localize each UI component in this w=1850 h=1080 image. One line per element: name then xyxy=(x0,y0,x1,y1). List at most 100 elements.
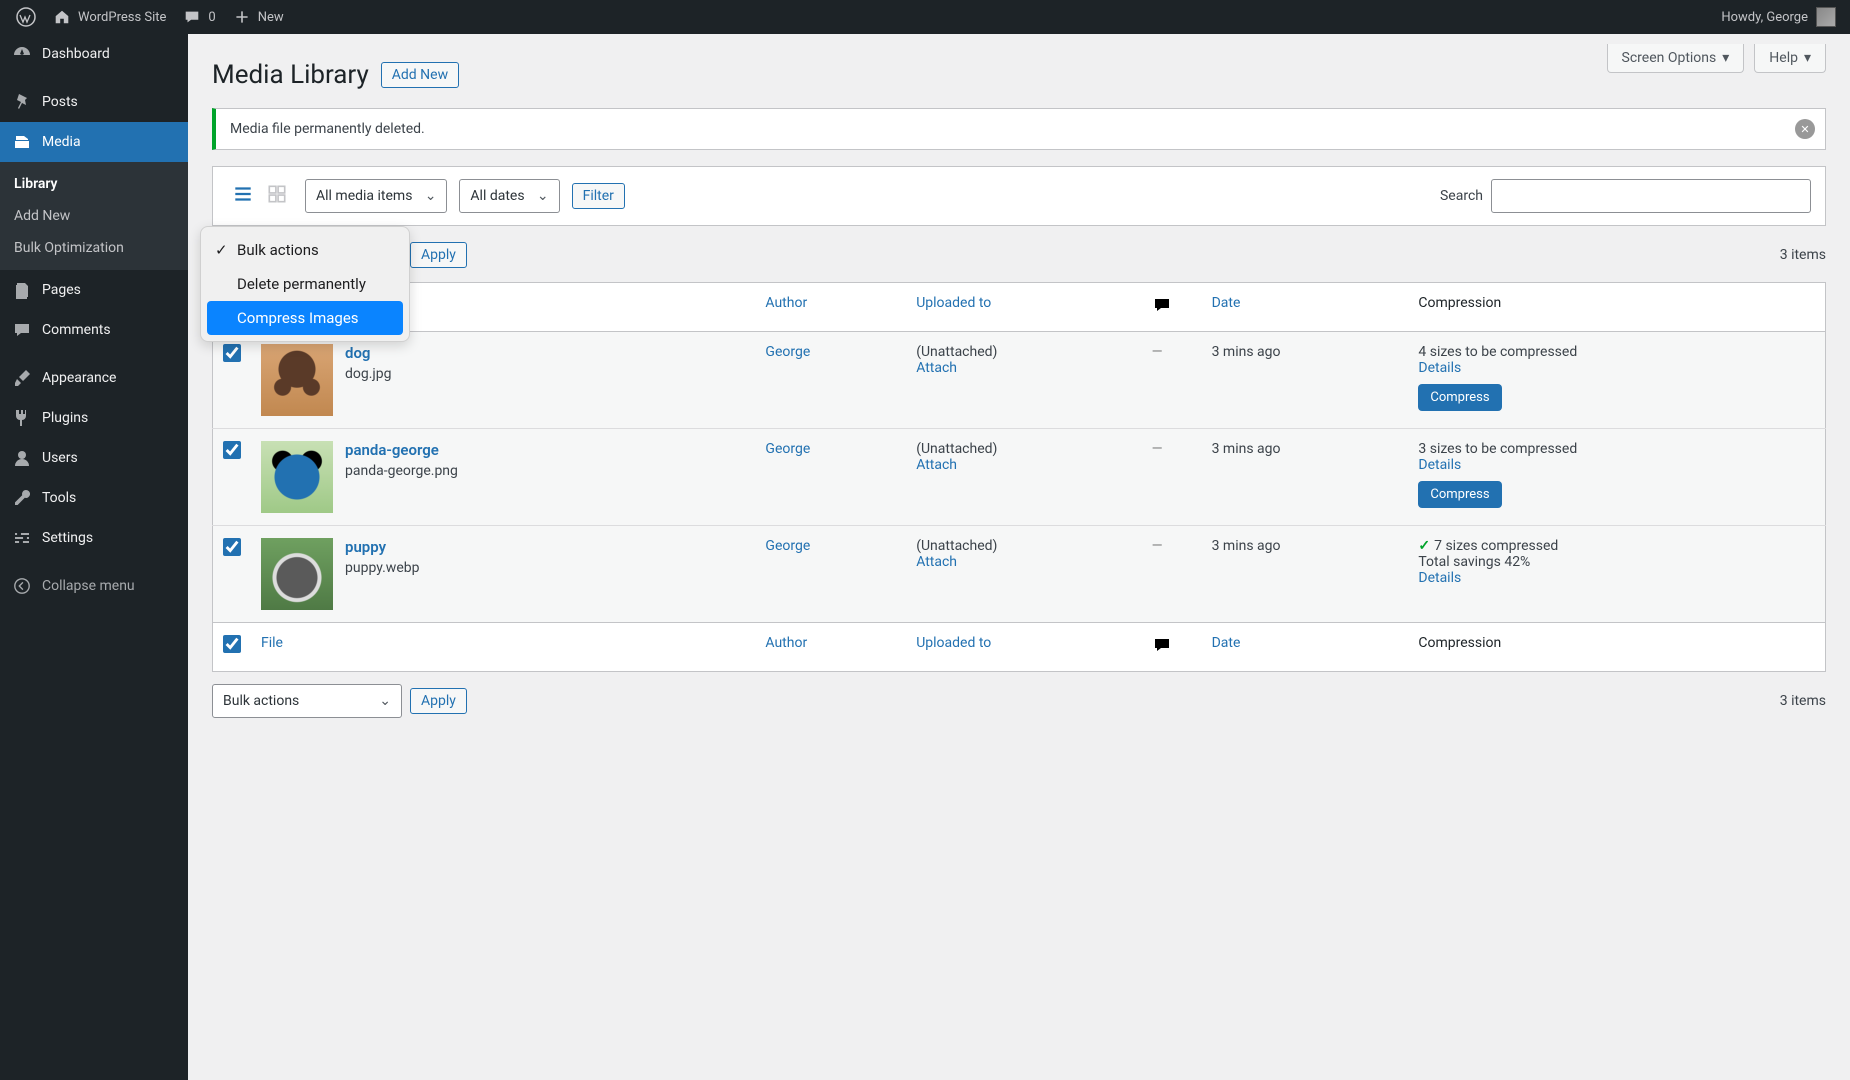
new-content-link[interactable]: New xyxy=(224,0,292,34)
col-uploaded-to-footer[interactable]: Uploaded to xyxy=(906,623,1141,672)
col-date-footer[interactable]: Date xyxy=(1202,623,1409,672)
filter-bar: All media items ⌄ All dates ⌄ Filter Sea… xyxy=(212,166,1826,226)
bulk-option-bulk-actions[interactable]: Bulk actions xyxy=(207,233,403,267)
notice-text: Media file permanently deleted. xyxy=(230,121,425,137)
media-title-link[interactable]: dog xyxy=(345,344,392,362)
admin-bar: WordPress Site 0 New Howdy, George xyxy=(0,0,1850,34)
collapse-menu-button[interactable]: Collapse menu xyxy=(0,566,188,606)
thumbnail-image[interactable] xyxy=(261,441,333,513)
dismiss-notice-button[interactable]: ✕ xyxy=(1795,119,1815,139)
col-uploaded-to[interactable]: Uploaded to xyxy=(906,283,1141,332)
main-content: Screen Options ▾ Help ▾ Media Library Ad… xyxy=(188,34,1850,758)
col-file-footer[interactable]: File xyxy=(251,623,755,672)
home-icon xyxy=(52,7,72,27)
uploaded-to-text: (Unattached) xyxy=(916,344,1131,360)
col-comments-footer[interactable] xyxy=(1142,623,1202,672)
sidebar-sub-bulk-optimization[interactable]: Bulk Optimization xyxy=(0,232,188,264)
col-date[interactable]: Date xyxy=(1202,283,1409,332)
bulk-option-compress-images[interactable]: Compress Images xyxy=(207,301,403,335)
row-checkbox[interactable] xyxy=(223,344,241,362)
media-title-link[interactable]: panda-george xyxy=(345,441,458,459)
list-view-button[interactable] xyxy=(227,180,259,212)
sidebar-item-label: Pages xyxy=(42,282,81,298)
comment-icon xyxy=(12,320,32,340)
col-author[interactable]: Author xyxy=(755,283,906,332)
sidebar-item-media[interactable]: Media xyxy=(0,122,188,162)
thumbnail-image[interactable] xyxy=(261,344,333,416)
thumbnail-image[interactable] xyxy=(261,538,333,610)
media-type-select[interactable]: All media items ⌄ xyxy=(305,179,447,213)
filter-button[interactable]: Filter xyxy=(572,183,625,209)
success-notice: Media file permanently deleted. ✕ xyxy=(212,108,1826,150)
sidebar-item-label: Posts xyxy=(42,94,78,110)
site-name-link[interactable]: WordPress Site xyxy=(44,0,174,34)
row-checkbox[interactable] xyxy=(223,441,241,459)
sidebar-item-appearance[interactable]: Appearance xyxy=(0,358,188,398)
comment-icon xyxy=(1152,643,1172,659)
sidebar-sub-add-new[interactable]: Add New xyxy=(0,200,188,232)
col-compression-footer: Compression xyxy=(1408,623,1825,672)
compress-button[interactable]: Compress xyxy=(1418,481,1501,508)
check-icon: ✓ xyxy=(1418,538,1430,554)
media-title-link[interactable]: puppy xyxy=(345,538,419,556)
author-link[interactable]: George xyxy=(765,441,810,457)
sidebar-item-dashboard[interactable]: Dashboard xyxy=(0,34,188,74)
row-checkbox[interactable] xyxy=(223,538,241,556)
collapse-label: Collapse menu xyxy=(42,578,135,594)
apply-bulk-button-bottom[interactable]: Apply xyxy=(410,688,467,714)
bulk-actions-select-bottom[interactable]: Bulk actions ⌄ xyxy=(212,684,402,718)
howdy-text: Howdy, George xyxy=(1721,10,1808,25)
add-new-button[interactable]: Add New xyxy=(381,62,459,88)
col-author-footer[interactable]: Author xyxy=(755,623,906,672)
details-link[interactable]: Details xyxy=(1418,457,1461,473)
col-compression: Compression xyxy=(1408,283,1825,332)
sidebar-item-tools[interactable]: Tools xyxy=(0,478,188,518)
date-text: 3 mins ago xyxy=(1202,332,1409,429)
sidebar-item-settings[interactable]: Settings xyxy=(0,518,188,558)
compress-button[interactable]: Compress xyxy=(1418,384,1501,411)
screen-options-button[interactable]: Screen Options ▾ xyxy=(1607,44,1745,73)
details-link[interactable]: Details xyxy=(1418,570,1461,586)
user-icon xyxy=(12,448,32,468)
close-icon: ✕ xyxy=(1800,123,1809,136)
sidebar-item-plugins[interactable]: Plugins xyxy=(0,398,188,438)
wp-logo-menu[interactable] xyxy=(8,0,44,34)
search-label: Search xyxy=(1440,188,1483,204)
author-link[interactable]: George xyxy=(765,344,810,360)
comment-icon xyxy=(1152,303,1172,319)
help-button[interactable]: Help ▾ xyxy=(1754,44,1826,73)
select-all-checkbox-footer[interactable] xyxy=(223,635,241,653)
attach-link[interactable]: Attach xyxy=(916,457,957,473)
gauge-icon xyxy=(12,44,32,64)
grid-view-button[interactable] xyxy=(261,180,293,212)
media-filename: panda-george.png xyxy=(345,463,458,479)
compression-status: 7 sizes compressed xyxy=(1434,538,1558,554)
details-link[interactable]: Details xyxy=(1418,360,1461,376)
sidebar-item-label: Comments xyxy=(42,322,111,338)
account-menu[interactable]: Howdy, George xyxy=(1721,7,1842,27)
table-row: panda-george panda-george.png George (Un… xyxy=(213,429,1826,526)
sidebar-item-pages[interactable]: Pages xyxy=(0,270,188,310)
list-icon xyxy=(232,183,254,209)
apply-bulk-button[interactable]: Apply xyxy=(410,242,467,268)
comments-bubble-link[interactable]: 0 xyxy=(174,0,223,34)
plug-icon xyxy=(12,408,32,428)
date-select[interactable]: All dates ⌄ xyxy=(459,179,559,213)
sidebar-sub-library[interactable]: Library xyxy=(0,168,188,200)
col-comments[interactable] xyxy=(1142,283,1202,332)
search-input[interactable] xyxy=(1491,179,1811,213)
media-table: File Author Uploaded to Date Compression… xyxy=(212,282,1826,672)
bulk-option-delete-permanently[interactable]: Delete permanently xyxy=(207,267,403,301)
no-comments-dash: — xyxy=(1152,441,1163,457)
author-link[interactable]: George xyxy=(765,538,810,554)
uploaded-to-text: (Unattached) xyxy=(916,538,1131,554)
sidebar-item-posts[interactable]: Posts xyxy=(0,82,188,122)
sidebar-item-users[interactable]: Users xyxy=(0,438,188,478)
attach-link[interactable]: Attach xyxy=(916,554,957,570)
chevron-down-icon: ⌄ xyxy=(379,693,391,709)
sliders-icon xyxy=(12,528,32,548)
sidebar-item-comments[interactable]: Comments xyxy=(0,310,188,350)
attach-link[interactable]: Attach xyxy=(916,360,957,376)
tablenav-bottom: Bulk actions ⌄ Apply 3 items xyxy=(212,684,1826,718)
items-count: 3 items xyxy=(1780,247,1826,263)
